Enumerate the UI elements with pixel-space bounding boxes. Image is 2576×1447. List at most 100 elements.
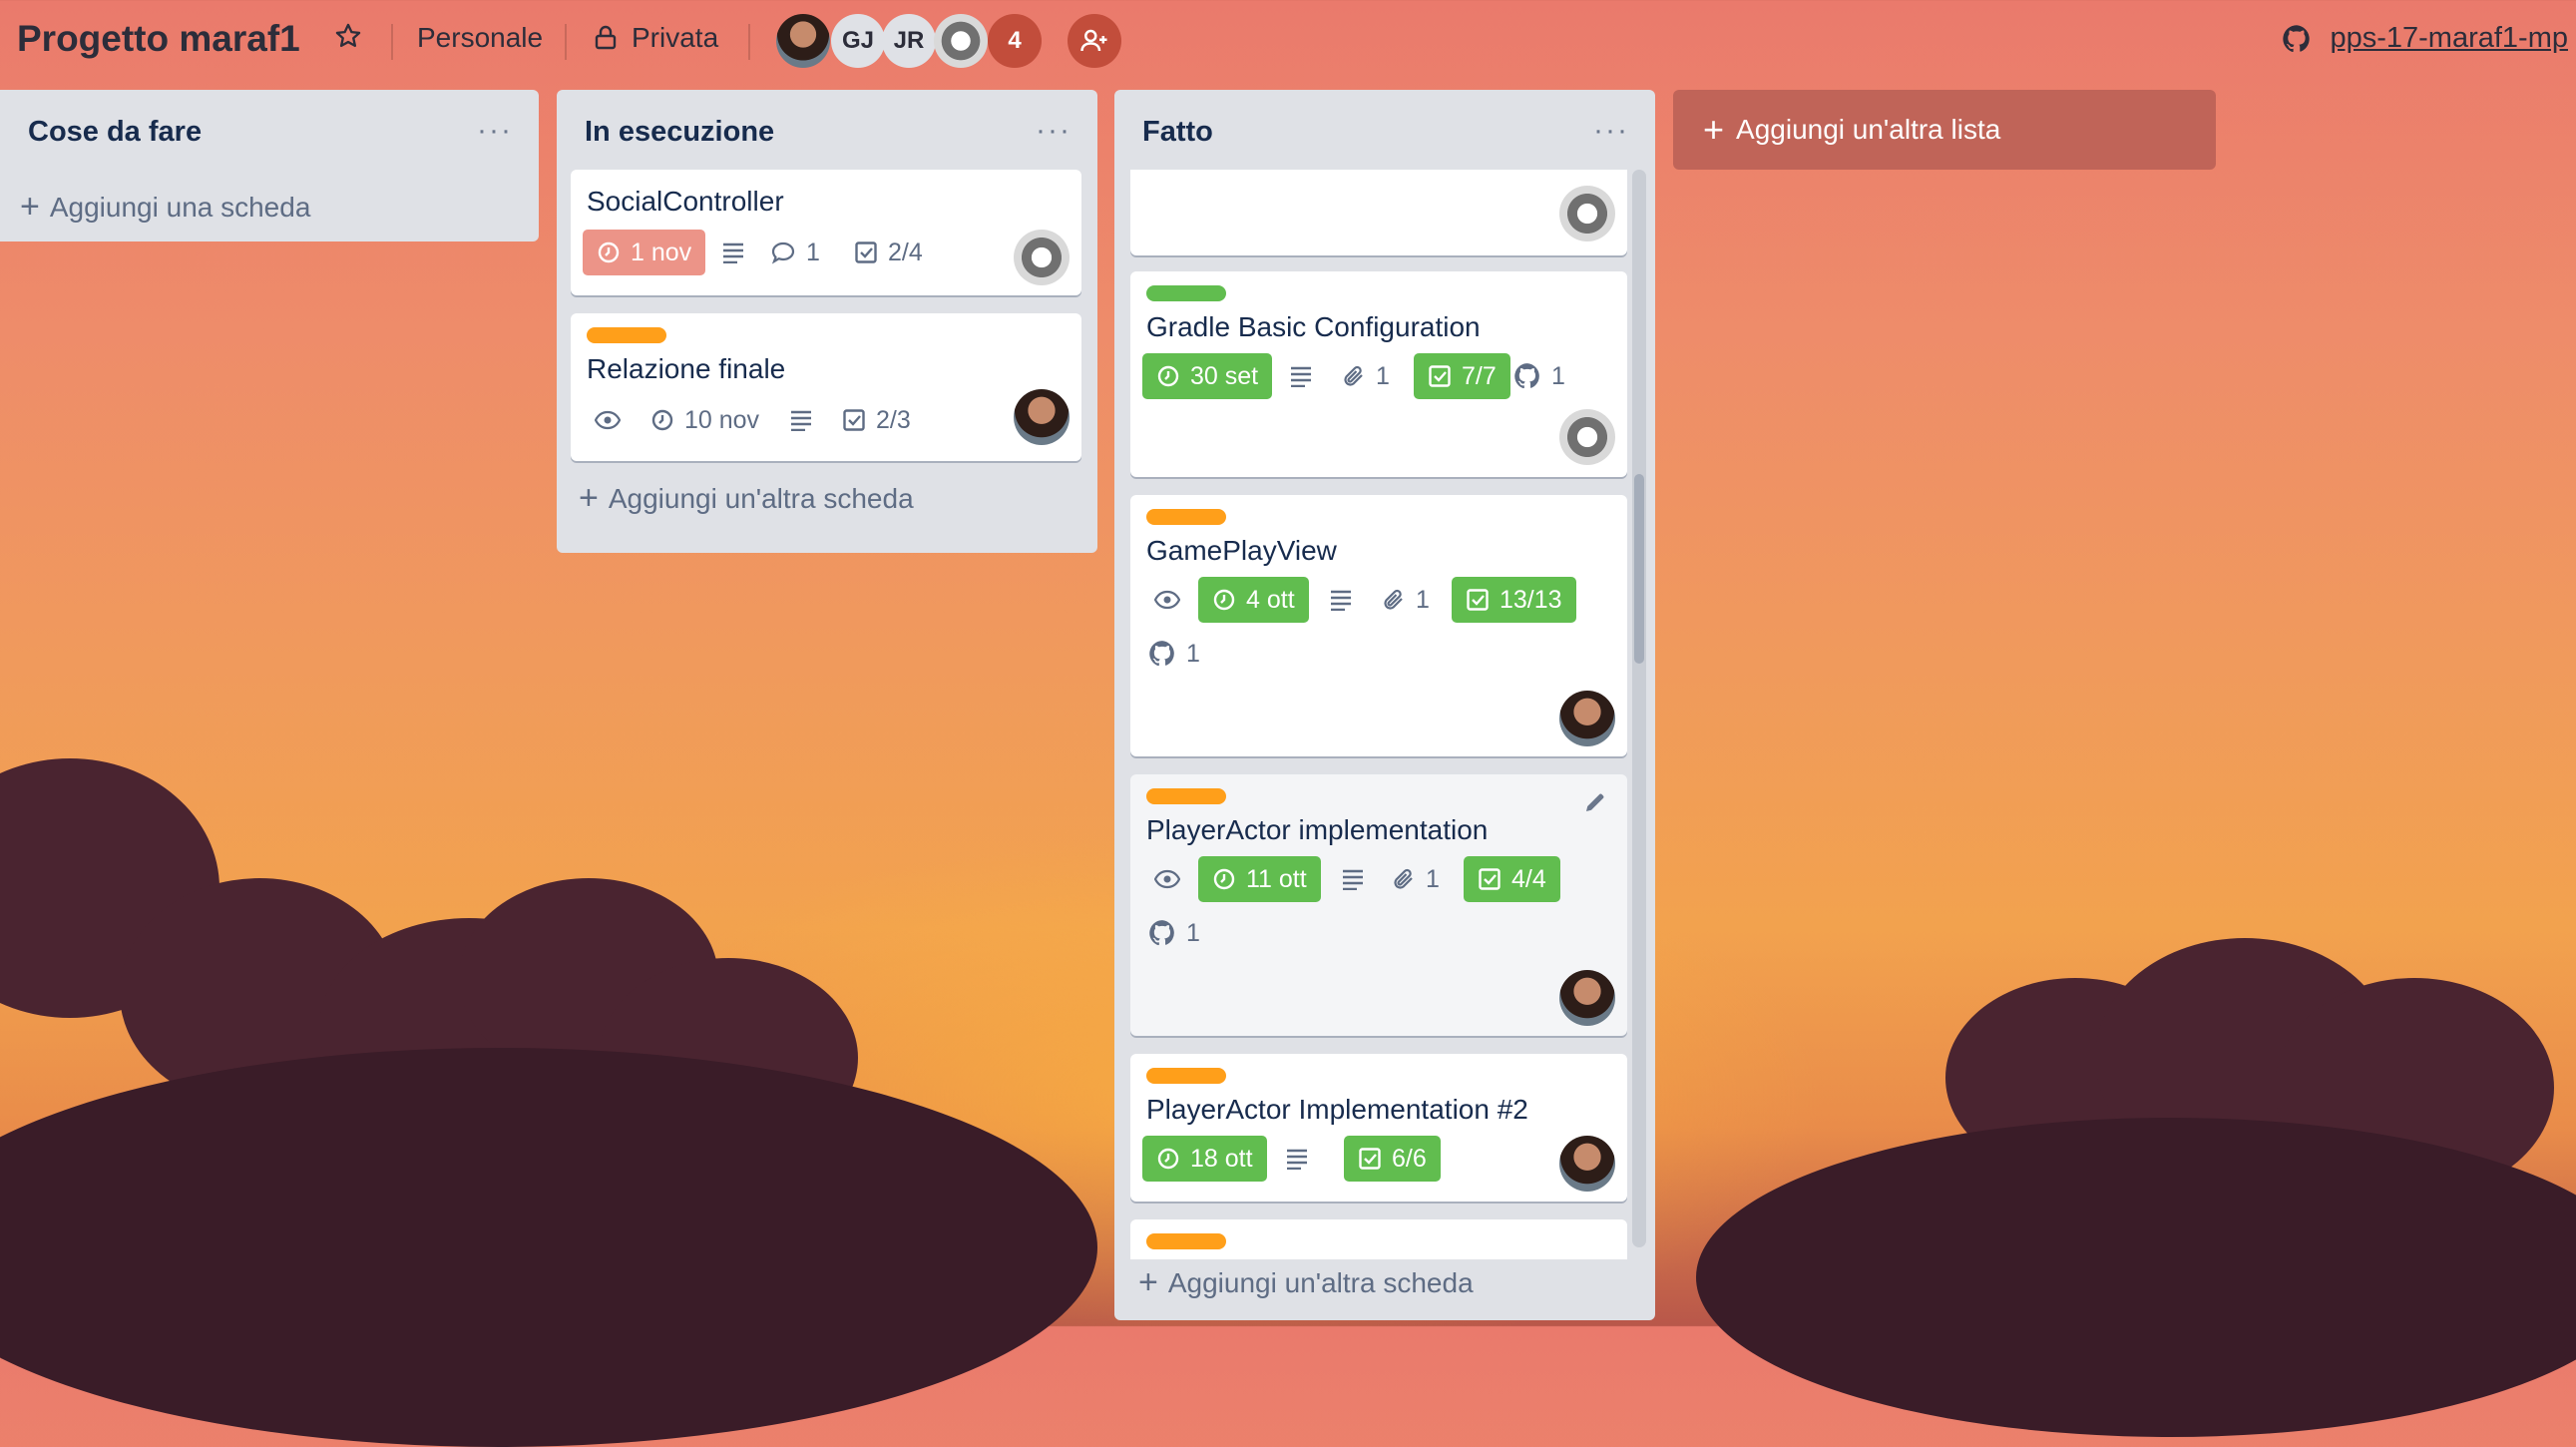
member-avatar[interactable] [1014, 389, 1070, 445]
clock-icon [1157, 1148, 1179, 1170]
add-card-button[interactable]: + Aggiungi una scheda [20, 188, 310, 227]
card-relazione-finale[interactable]: Relazione finale 10 nov 2/3 [571, 313, 1081, 461]
card-label[interactable] [1146, 509, 1226, 525]
plus-icon: + [579, 479, 599, 517]
clock-icon [1213, 589, 1235, 611]
list-menu-button[interactable]: ··· [1036, 114, 1072, 148]
description-badge [1338, 856, 1368, 902]
card-playeractor-implementation-2[interactable]: PlayerActor Implementation #2 18 ott 6/6 [1130, 1054, 1627, 1202]
list-title[interactable]: In esecuzione [585, 116, 774, 149]
card-label[interactable] [1146, 1068, 1226, 1084]
card-gradle-basic-configuration[interactable]: Gradle Basic Configuration 30 set 1 7/7 … [1130, 271, 1627, 477]
card-title: Gradle Basic Configuration [1146, 311, 1481, 342]
member-avatar[interactable]: GJ [831, 14, 885, 68]
member-avatar[interactable] [1559, 409, 1615, 465]
edit-card-button[interactable] [1583, 790, 1607, 819]
github-badge: 1 [1148, 631, 1200, 677]
list-scrollbar[interactable] [1632, 170, 1646, 1247]
card-label[interactable] [1146, 285, 1226, 301]
github-icon [1514, 363, 1539, 389]
member-avatar[interactable] [1559, 970, 1615, 1026]
list-fatto: Fatto ··· Gradle Basic Configuration 30 … [1114, 90, 1655, 1320]
add-user-icon [1080, 29, 1107, 52]
visibility-label: Privata [632, 22, 719, 53]
member-avatar[interactable] [1559, 691, 1615, 746]
due-date-text: 18 ott [1190, 1144, 1253, 1173]
list-scrollbar-thumb[interactable] [1634, 474, 1644, 664]
attachments-badge: 1 [1342, 353, 1390, 399]
member-avatar[interactable] [1014, 230, 1070, 285]
description-badge [786, 397, 816, 443]
checklist-count: 13/13 [1500, 585, 1562, 614]
board-header: Progetto maraf1 Personale Privata GJ JR … [0, 0, 2576, 84]
more-members-count[interactable]: 4 [988, 14, 1042, 68]
checklist-badge: 6/6 [1344, 1136, 1441, 1182]
card-title: Relazione finale [587, 353, 786, 384]
clock-icon [651, 409, 673, 431]
member-avatar[interactable] [1559, 186, 1615, 241]
card-label[interactable] [587, 327, 666, 343]
member-avatar[interactable] [1559, 1136, 1615, 1192]
description-badge [1282, 1136, 1312, 1182]
add-card-button[interactable]: + Aggiungi un'altra scheda [1138, 1263, 1474, 1302]
card-playeractor-implementation[interactable]: PlayerActor implementation 11 ott 1 4/4 … [1130, 774, 1627, 1036]
invite-member-button[interactable] [1068, 14, 1121, 68]
checklist-count: 4/4 [1511, 864, 1546, 893]
attachments-badge: 1 [1392, 856, 1440, 902]
description-badge [718, 230, 748, 275]
checklist-icon [843, 409, 865, 431]
list-menu-button[interactable]: ··· [1593, 114, 1629, 148]
github-badge: 1 [1148, 910, 1200, 956]
card-label[interactable] [1146, 1233, 1226, 1249]
checklist-badge: 4/4 [1464, 856, 1560, 902]
member-avatar[interactable] [934, 14, 988, 68]
card-label[interactable] [1146, 788, 1226, 804]
checklist-badge: 2/3 [842, 397, 911, 443]
description-icon [1287, 1149, 1307, 1170]
visibility-button[interactable]: Privata [594, 22, 718, 54]
github-repo-link[interactable]: pps-17-maraf1-mp [2282, 22, 2568, 55]
due-date-badge: 4 ott [1198, 577, 1309, 623]
card-social-controller[interactable]: SocialController 1 nov 1 2/4 [571, 170, 1081, 295]
description-icon [723, 242, 743, 263]
due-date-text: 4 ott [1246, 585, 1295, 614]
card-title: SocialController [587, 186, 784, 217]
plus-icon: + [1138, 1263, 1158, 1301]
github-icon [1149, 920, 1174, 946]
comments-count: 1 [806, 238, 820, 266]
card-partial[interactable] [1130, 170, 1627, 255]
checklist-icon [1479, 868, 1501, 890]
repo-link-text: pps-17-maraf1-mp [2330, 22, 2568, 54]
checklist-badge: 7/7 [1414, 353, 1510, 399]
card-partial[interactable] [1130, 1219, 1627, 1259]
add-card-button[interactable]: + Aggiungi un'altra scheda [579, 479, 914, 518]
member-avatar[interactable] [776, 14, 830, 68]
clock-icon [1213, 868, 1235, 890]
team-button[interactable]: Personale [417, 22, 543, 54]
due-date-text: 11 ott [1246, 864, 1307, 893]
list-menu-button[interactable]: ··· [477, 114, 513, 148]
comment-icon [771, 241, 795, 264]
pencil-icon [1586, 793, 1604, 811]
paperclip-icon [1384, 589, 1403, 610]
add-list-button[interactable]: + Aggiungi un'altra lista [1673, 90, 2216, 170]
due-date-text: 30 set [1190, 361, 1259, 390]
checklist-count: 6/6 [1392, 1144, 1427, 1173]
member-avatar[interactable]: JR [882, 14, 936, 68]
add-list-label: Aggiungi un'altra lista [1736, 114, 2001, 145]
card-gameplayview[interactable]: GamePlayView 4 ott 1 13/13 1 [1130, 495, 1627, 756]
list-title[interactable]: Fatto [1142, 116, 1213, 149]
attachments-count: 1 [1376, 361, 1390, 390]
due-date-badge: 30 set [1142, 353, 1273, 399]
checklist-icon [1359, 1148, 1381, 1170]
description-icon [1343, 869, 1363, 890]
card-title: PlayerActor Implementation #2 [1146, 1094, 1528, 1125]
clock-icon [1157, 365, 1179, 387]
checklist-badge: 2/4 [854, 230, 923, 275]
due-date-text: 1 nov [631, 238, 692, 266]
board-title[interactable]: Progetto maraf1 [17, 18, 300, 60]
star-button[interactable] [334, 22, 362, 50]
comments-badge: 1 [770, 230, 820, 275]
add-card-label: Aggiungi una scheda [49, 191, 311, 223]
list-title[interactable]: Cose da fare [28, 116, 202, 149]
